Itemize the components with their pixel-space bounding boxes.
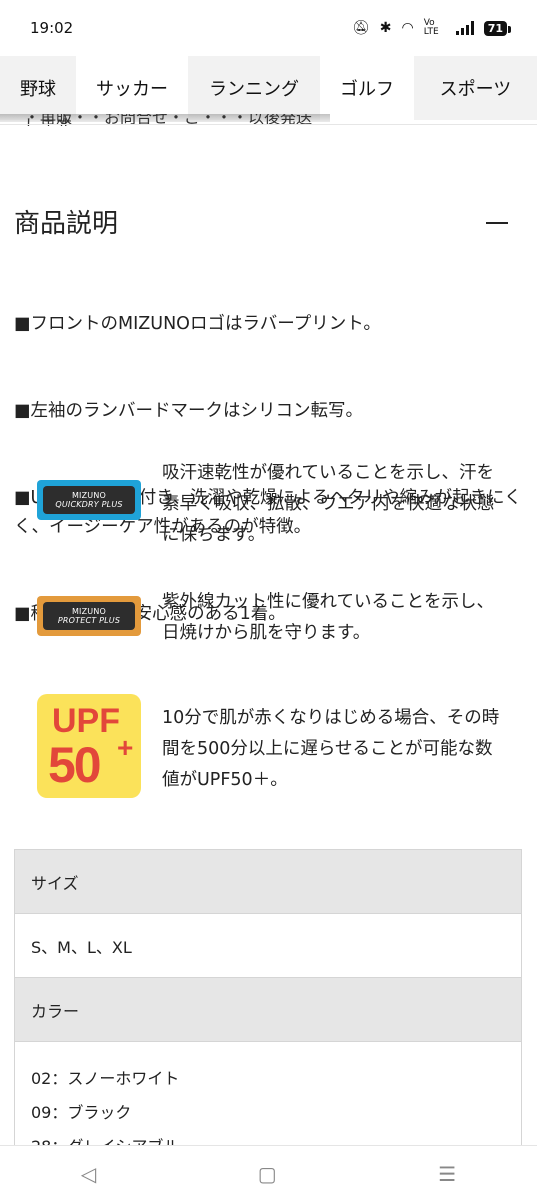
size-header: サイズ: [15, 850, 521, 914]
badge-line1: MIZUNO: [71, 607, 107, 616]
upf50-badge: UPF 50 +: [37, 694, 141, 798]
tab-sports[interactable]: スポーツ: [414, 56, 537, 120]
upf-plus: +: [117, 732, 134, 763]
bluetooth-icon: ✱: [379, 20, 392, 36]
back-icon[interactable]: ◁: [81, 1162, 96, 1186]
tab-running[interactable]: ランニング: [188, 56, 320, 120]
tab-golf[interactable]: ゴルフ: [320, 56, 414, 120]
badge-line1: MIZUNO: [71, 491, 107, 500]
system-nav-bar: ◁ ▢ ☰: [0, 1145, 537, 1201]
badge-line2: PROTECT PLUS: [57, 616, 121, 625]
home-icon[interactable]: ▢: [258, 1162, 277, 1186]
menu-icon[interactable]: ☰: [438, 1162, 456, 1186]
status-time: 19:02: [30, 19, 74, 37]
section-title: 商品説明: [14, 209, 119, 239]
mute-icon: 🔕︎: [351, 20, 370, 36]
protect-logo: MIZUNO PROTECT PLUS: [43, 602, 135, 630]
protect-badge: MIZUNO PROTECT PLUS: [37, 596, 141, 636]
description-line: ■左袖のランバードマークはシリコン転写。: [14, 401, 364, 421]
network-type: Vo LTE: [423, 18, 439, 37]
description-line: ■フロントのMIZUNOロゴはラバープリント。: [14, 314, 381, 334]
quickdry-logo: MIZUNO QUICKDRY PLUS: [43, 486, 135, 514]
upf-text: 10分で肌が赤くなりはじめる場合、その時間を500分以上に遅らせることが可能な数…: [162, 708, 500, 790]
tab-soccer[interactable]: サッカー: [76, 56, 188, 120]
signal-icon: [455, 21, 474, 35]
color-item: 09：ブラック: [31, 1103, 132, 1122]
spec-table: サイズ S、M、L、XL カラー 02：スノーホワイト 09：ブラック 28：グ…: [14, 849, 522, 1149]
collapse-icon[interactable]: [486, 222, 508, 224]
quickdry-badge: MIZUNO QUICKDRY PLUS: [37, 480, 141, 520]
battery-icon: 71: [483, 20, 512, 36]
divider: [0, 124, 537, 125]
protect-text: 紫外線カット性に優れていることを示し、日焼けから肌を守ります。: [162, 592, 494, 643]
status-bar: 19:02 🔕︎ ✱ ◠ Vo LTE 71: [0, 0, 537, 56]
color-list: 02：スノーホワイト 09：ブラック 28：グレイシアブルー: [15, 1042, 521, 1149]
color-header: カラー: [15, 978, 521, 1042]
status-icons: 🔕︎ ✱ ◠ Vo LTE 71: [351, 18, 512, 37]
category-tabs: 野球 サッカー ランニング ゴルフ スポーツ: [0, 56, 537, 120]
color-item: 02：スノーホワイト: [31, 1069, 180, 1088]
tab-baseball[interactable]: 野球: [0, 56, 76, 120]
wifi-icon: ◠: [401, 20, 414, 36]
size-value: S、M、L、XL: [15, 914, 521, 978]
badge-line2: QUICKDRY PLUS: [55, 500, 123, 509]
upf-value: 50: [48, 737, 102, 793]
quickdry-text: 吸汗速乾性が優れていることを示し、汗を素早く吸収、拡散、ウエア内を快適な状態に保…: [162, 463, 495, 545]
